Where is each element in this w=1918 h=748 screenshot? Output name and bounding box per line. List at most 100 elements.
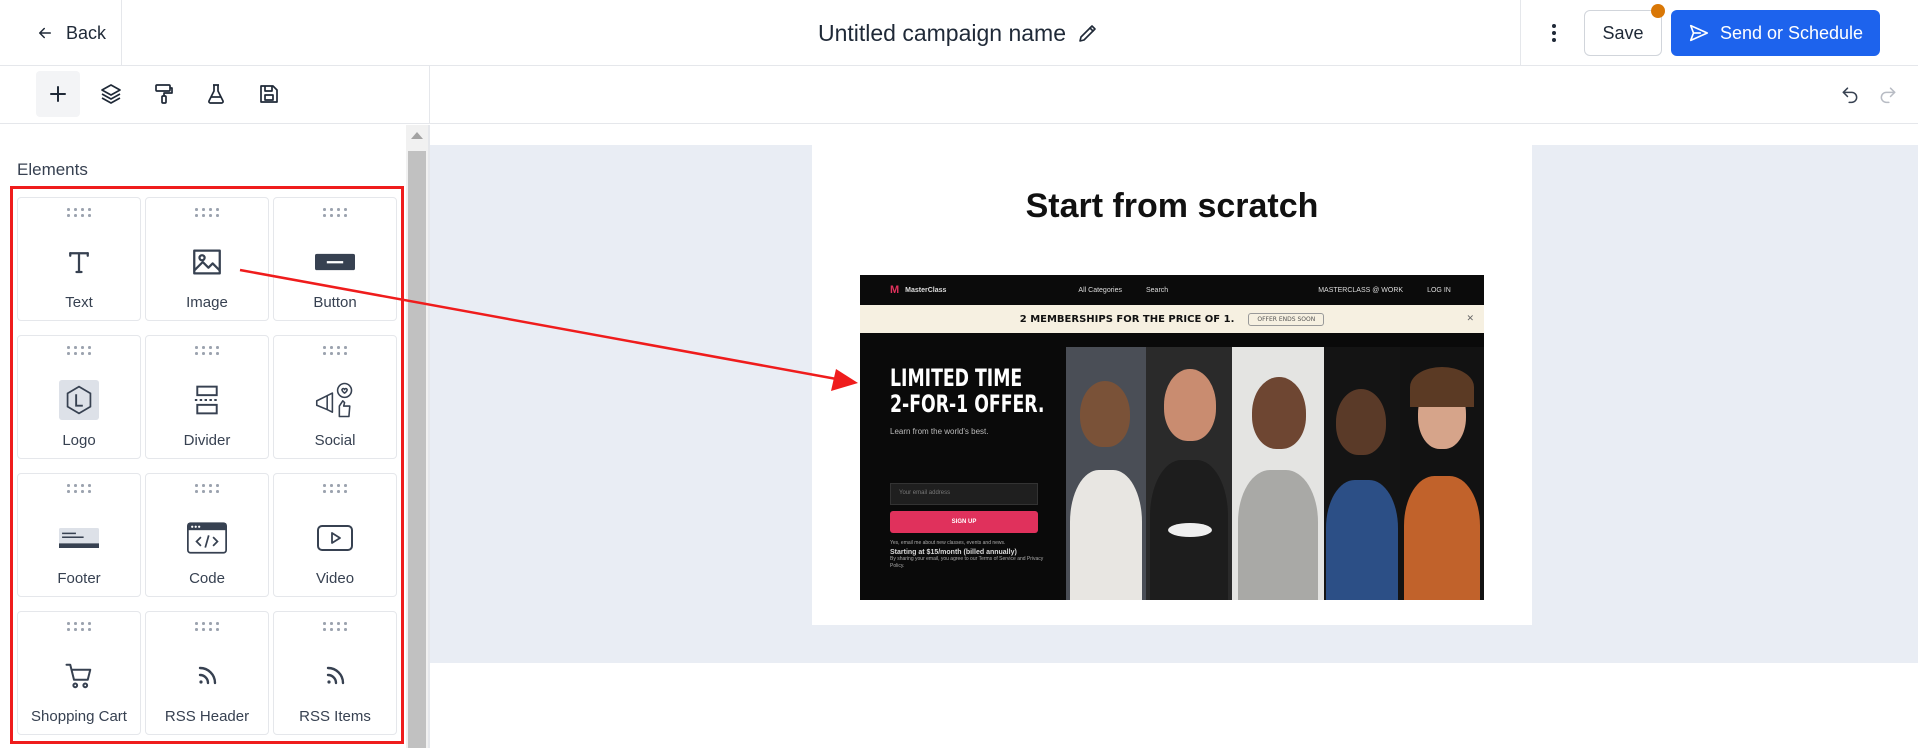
hero-price-line: Starting at $15/month (billed annually) [890, 549, 1017, 556]
back-label: Back [66, 22, 107, 43]
scrollbar-thumb[interactable] [408, 151, 426, 748]
flask-icon [208, 84, 224, 104]
hero-image[interactable]: M MasterClass All Categories Search MAST… [860, 275, 1484, 600]
top-bar: Back Untitled campaign name Save Send or… [0, 0, 1918, 66]
drag-handle-icon[interactable] [67, 484, 91, 494]
video-icon [317, 525, 353, 551]
drag-handle-icon[interactable] [195, 622, 219, 632]
element-tile-logo[interactable]: Logo [17, 335, 141, 459]
layers-icon [101, 84, 121, 104]
arrow-left-icon [39, 27, 51, 39]
send-or-schedule-button[interactable]: Send or Schedule [1671, 10, 1880, 56]
redo-button[interactable] [1874, 80, 1902, 108]
drag-handle-icon[interactable] [67, 346, 91, 356]
hero-optin-text: Yes, email me about new classes, events … [890, 540, 1006, 546]
sidebar-scrollbar[interactable] [406, 125, 428, 748]
drag-handle-icon[interactable] [67, 208, 91, 218]
shopping-cart-icon [65, 663, 92, 689]
element-tile-code[interactable]: Code [145, 473, 269, 597]
elements-sidebar: Elements Text Image Button Logo Divider [0, 125, 406, 748]
element-tile-divider[interactable]: Divider [145, 335, 269, 459]
drag-handle-icon[interactable] [323, 622, 347, 632]
hero-nav-bar: M MasterClass All Categories Search MAST… [860, 275, 1484, 305]
element-label: Divider [183, 432, 231, 449]
sidebar-toolbar [0, 66, 430, 124]
element-label: Logo [62, 432, 96, 449]
element-label: Social [314, 432, 356, 449]
hero-headline-1: LIMITED TIME [890, 364, 1023, 392]
hero-nav-login: LOG IN [1427, 286, 1451, 294]
paint-roller-icon [155, 84, 173, 104]
hero-banner-button: OFFER ENDS SOON [1248, 312, 1325, 326]
element-tile-text[interactable]: Text [17, 197, 141, 321]
hero-portrait-4 [1324, 347, 1400, 600]
more-options-icon[interactable] [1540, 18, 1568, 48]
save-button[interactable]: Save [1584, 10, 1662, 56]
element-tile-button[interactable]: Button [273, 197, 397, 321]
element-label: RSS Items [299, 708, 371, 725]
hero-legal-text: By sharing your email, you agree to our … [890, 556, 1044, 569]
close-icon: ✕ [1466, 314, 1474, 324]
pencil-icon[interactable] [1076, 21, 1100, 45]
send-icon [1689, 24, 1709, 42]
drag-handle-icon[interactable] [67, 622, 91, 632]
drag-handle-icon[interactable] [323, 346, 347, 356]
hero-nav-work: MASTERCLASS @ WORK [1318, 286, 1404, 294]
element-label: RSS Header [164, 708, 250, 725]
element-label: Video [315, 570, 355, 587]
hero-portrait-2 [1146, 347, 1232, 600]
social-icon [315, 382, 353, 418]
rss-icon [326, 666, 345, 685]
scroll-up-arrow-icon[interactable] [411, 132, 423, 139]
drag-handle-icon[interactable] [195, 484, 219, 494]
save-template-tool[interactable] [247, 71, 291, 117]
hero-subline: Learn from the world's best. [890, 427, 989, 436]
hero-portrait-3 [1232, 347, 1324, 600]
element-tile-footer[interactable]: Footer [17, 473, 141, 597]
hero-brand: MasterClass [905, 286, 947, 294]
code-icon [187, 522, 227, 554]
footer-icon [59, 528, 99, 548]
element-label: Button [313, 294, 357, 311]
add-elements-tool[interactable] [36, 71, 80, 117]
redo-icon [1880, 87, 1896, 104]
hero-nav-categories: All Categories [1078, 286, 1122, 294]
rss-icon [198, 666, 217, 685]
drag-handle-icon[interactable] [195, 346, 219, 356]
element-label: Footer [57, 570, 101, 587]
logo-icon [59, 380, 99, 420]
hero-headline-2: 2-FOR-1 OFFER. [890, 390, 1045, 418]
save-disk-icon [260, 85, 278, 103]
element-tile-video[interactable]: Video [273, 473, 397, 597]
image-icon [193, 249, 221, 275]
header-divider [1520, 0, 1521, 66]
layers-tool[interactable] [89, 71, 133, 117]
element-label: Shopping Cart [31, 708, 127, 725]
element-tile-image[interactable]: Image [145, 197, 269, 321]
element-label: Image [186, 294, 228, 311]
element-tile-social[interactable]: Social [273, 335, 397, 459]
editor-toolbar [0, 66, 1918, 124]
campaign-title[interactable]: Untitled campaign name [818, 20, 1066, 47]
email-heading[interactable]: Start from scratch [812, 187, 1532, 226]
hero-banner-text: 2 MEMBERSHIPS FOR THE PRICE OF 1. [1019, 313, 1235, 325]
element-tile-rss-items[interactable]: RSS Items [273, 611, 397, 735]
brand-mark-icon: M [890, 284, 900, 296]
undo-button[interactable] [1836, 80, 1864, 108]
send-label: Send or Schedule [1719, 22, 1864, 43]
unsaved-changes-badge [1651, 4, 1665, 18]
styles-tool[interactable] [142, 71, 186, 117]
hero-signup-button: SIGN UP [890, 511, 1038, 533]
drag-handle-icon[interactable] [195, 208, 219, 218]
element-tile-rss-header[interactable]: RSS Header [145, 611, 269, 735]
divider-icon [194, 385, 220, 415]
back-button[interactable]: Back [0, 0, 122, 66]
email-body: Start from scratch M MasterClass All Cat… [812, 145, 1532, 625]
drag-handle-icon[interactable] [323, 484, 347, 494]
hero-nav-search: Search [1146, 286, 1169, 294]
drag-handle-icon[interactable] [323, 208, 347, 218]
hero-portrait-5 [1400, 347, 1484, 600]
hero-promo-banner: 2 MEMBERSHIPS FOR THE PRICE OF 1. OFFER … [860, 305, 1484, 333]
test-tool[interactable] [194, 71, 238, 117]
element-tile-shopping-cart[interactable]: Shopping Cart [17, 611, 141, 735]
